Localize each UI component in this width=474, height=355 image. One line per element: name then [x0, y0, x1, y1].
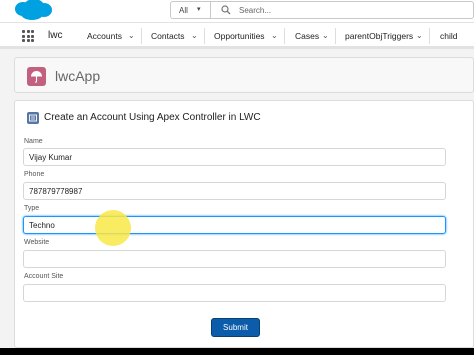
website-field[interactable]: [23, 250, 446, 268]
global-search[interactable]: All ▾: [170, 1, 474, 19]
submit-button[interactable]: Submit: [211, 318, 260, 337]
chevron-down-icon[interactable]: ⌄: [191, 31, 198, 40]
app-launcher-icon[interactable]: [22, 30, 34, 42]
nav-item-cases[interactable]: Cases: [295, 31, 319, 41]
umbrella-icon: [27, 67, 46, 86]
nav-item-opportunities[interactable]: Opportunities: [214, 31, 265, 41]
app-name: lwc: [48, 30, 63, 41]
website-label: Website: [24, 239, 50, 246]
nav-item-child[interactable]: child: [440, 31, 457, 41]
card-title: Create an Account Using Apex Controller …: [44, 112, 261, 123]
nav-item-accounts[interactable]: Accounts: [87, 31, 122, 41]
video-frame-border: [0, 348, 474, 355]
chevron-down-icon[interactable]: ⌄: [416, 31, 423, 40]
name-field[interactable]: [23, 148, 446, 166]
phone-label: Phone: [24, 171, 45, 178]
search-scope-label: All: [179, 6, 188, 15]
account-site-field[interactable]: [23, 284, 446, 302]
global-header: All ▾: [0, 0, 474, 22]
salesforce-cloud-logo[interactable]: [14, 0, 52, 22]
chevron-down-icon: ▾: [197, 6, 201, 13]
type-label: Type: [24, 205, 40, 212]
name-label: Name: [24, 138, 43, 145]
search-icon: [221, 5, 231, 15]
page-header: lwcApp: [14, 57, 474, 93]
create-account-card: Create an Account Using Apex Controller …: [14, 100, 474, 348]
chevron-down-icon[interactable]: ⌄: [322, 31, 329, 40]
chevron-down-icon[interactable]: ⌄: [271, 31, 278, 40]
nav-item-contacts[interactable]: Contacts: [151, 31, 185, 41]
salesforce-window: All ▾ lwc Accounts ⌄ Contacts ⌄ Opportun…: [0, 0, 474, 355]
account-site-label: Account Site: [24, 273, 64, 280]
search-input[interactable]: [239, 3, 459, 17]
search-scope-dropdown[interactable]: All ▾: [171, 2, 211, 18]
page-title: lwcApp: [55, 68, 101, 84]
nav-item-parentobjtriggers[interactable]: parentObjTriggers: [345, 31, 413, 41]
phone-field[interactable]: [23, 182, 446, 200]
chevron-down-icon[interactable]: ⌄: [128, 31, 135, 40]
account-icon: [27, 112, 39, 124]
nav-bar: lwc Accounts ⌄ Contacts ⌄ Opportunities …: [0, 22, 474, 49]
type-field[interactable]: [23, 216, 446, 234]
